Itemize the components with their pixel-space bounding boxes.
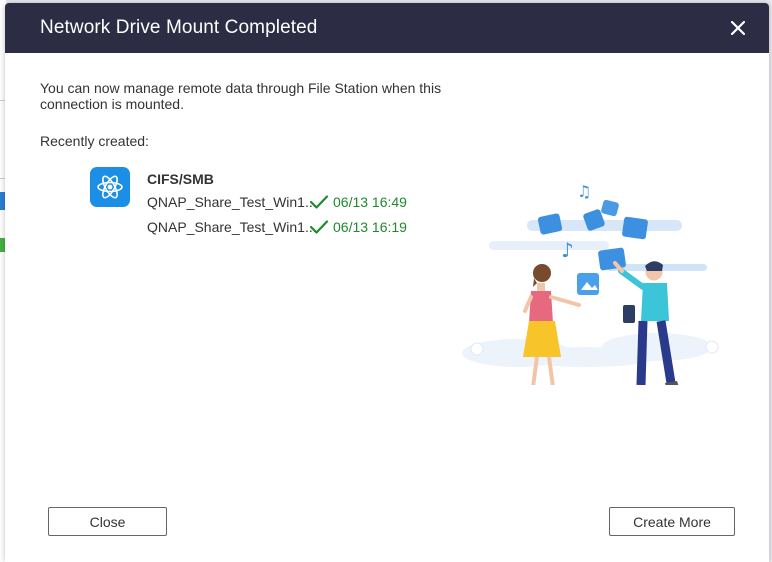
protocol-name: CIFS/SMB [147,171,214,187]
close-icon[interactable] [727,17,749,39]
close-button[interactable]: Close [48,507,167,536]
mount-time: 06/13 16:49 [333,194,407,210]
create-more-button[interactable]: Create More [609,507,735,536]
mount-time: 06/13 16:19 [333,219,407,235]
share-name: QNAP_Share_Test_Win1... [147,219,317,235]
svg-text:♫: ♫ [577,182,591,201]
people-sharing-files-illustration: ♫ ♪ [462,182,719,385]
mount-completed-dialog: Network Drive Mount Completed You can no… [5,3,769,562]
svg-text:♪: ♪ [561,238,574,262]
dialog-title: Network Drive Mount Completed [40,17,318,38]
share-name: QNAP_Share_Test_Win1... [147,194,317,210]
recently-created-label: Recently created: [40,133,149,149]
checkmark-icon [309,195,329,209]
atom-icon [90,167,130,207]
list-item: QNAP_Share_Test_Win1... 06/13 16:49 [147,194,407,210]
checkmark-icon [309,220,329,234]
dialog-titlebar: Network Drive Mount Completed [5,3,769,53]
list-item: QNAP_Share_Test_Win1... 06/13 16:19 [147,219,407,235]
intro-text: You can now manage remote data through F… [40,80,442,112]
dialog-body: You can now manage remote data through F… [5,53,769,562]
